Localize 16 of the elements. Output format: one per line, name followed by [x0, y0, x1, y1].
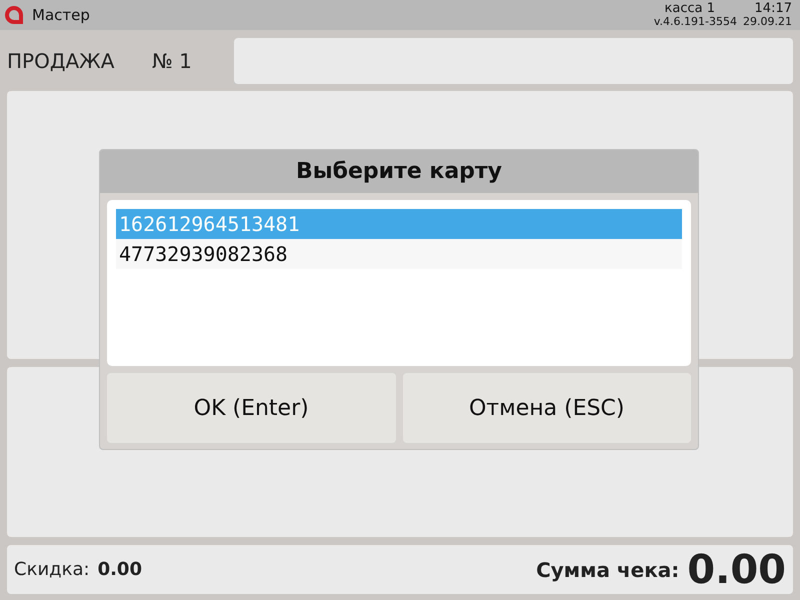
logo-icon: [4, 5, 24, 25]
receipt-number: № 1: [152, 48, 193, 74]
cancel-button[interactable]: Отмена (ESC): [402, 373, 691, 443]
version-label: v.4.6.191-3554: [654, 16, 738, 28]
ok-button[interactable]: OK (Enter): [107, 373, 396, 443]
sale-title: ПРОДАЖА: [7, 48, 116, 74]
clock-time: 14:17: [754, 2, 792, 16]
date-label: 29.09.21: [743, 16, 792, 28]
total-value: 0.00: [687, 550, 786, 590]
app-title: Мастер: [32, 4, 90, 26]
card-item[interactable]: 47732939082368: [116, 239, 682, 269]
discount-label: Скидка:: [14, 558, 90, 582]
register-label: касса 1: [664, 2, 716, 16]
total-label: Сумма чека:: [536, 556, 680, 584]
discount-value: 0.00: [98, 558, 142, 582]
dialog-title: Выберите карту: [100, 150, 698, 193]
